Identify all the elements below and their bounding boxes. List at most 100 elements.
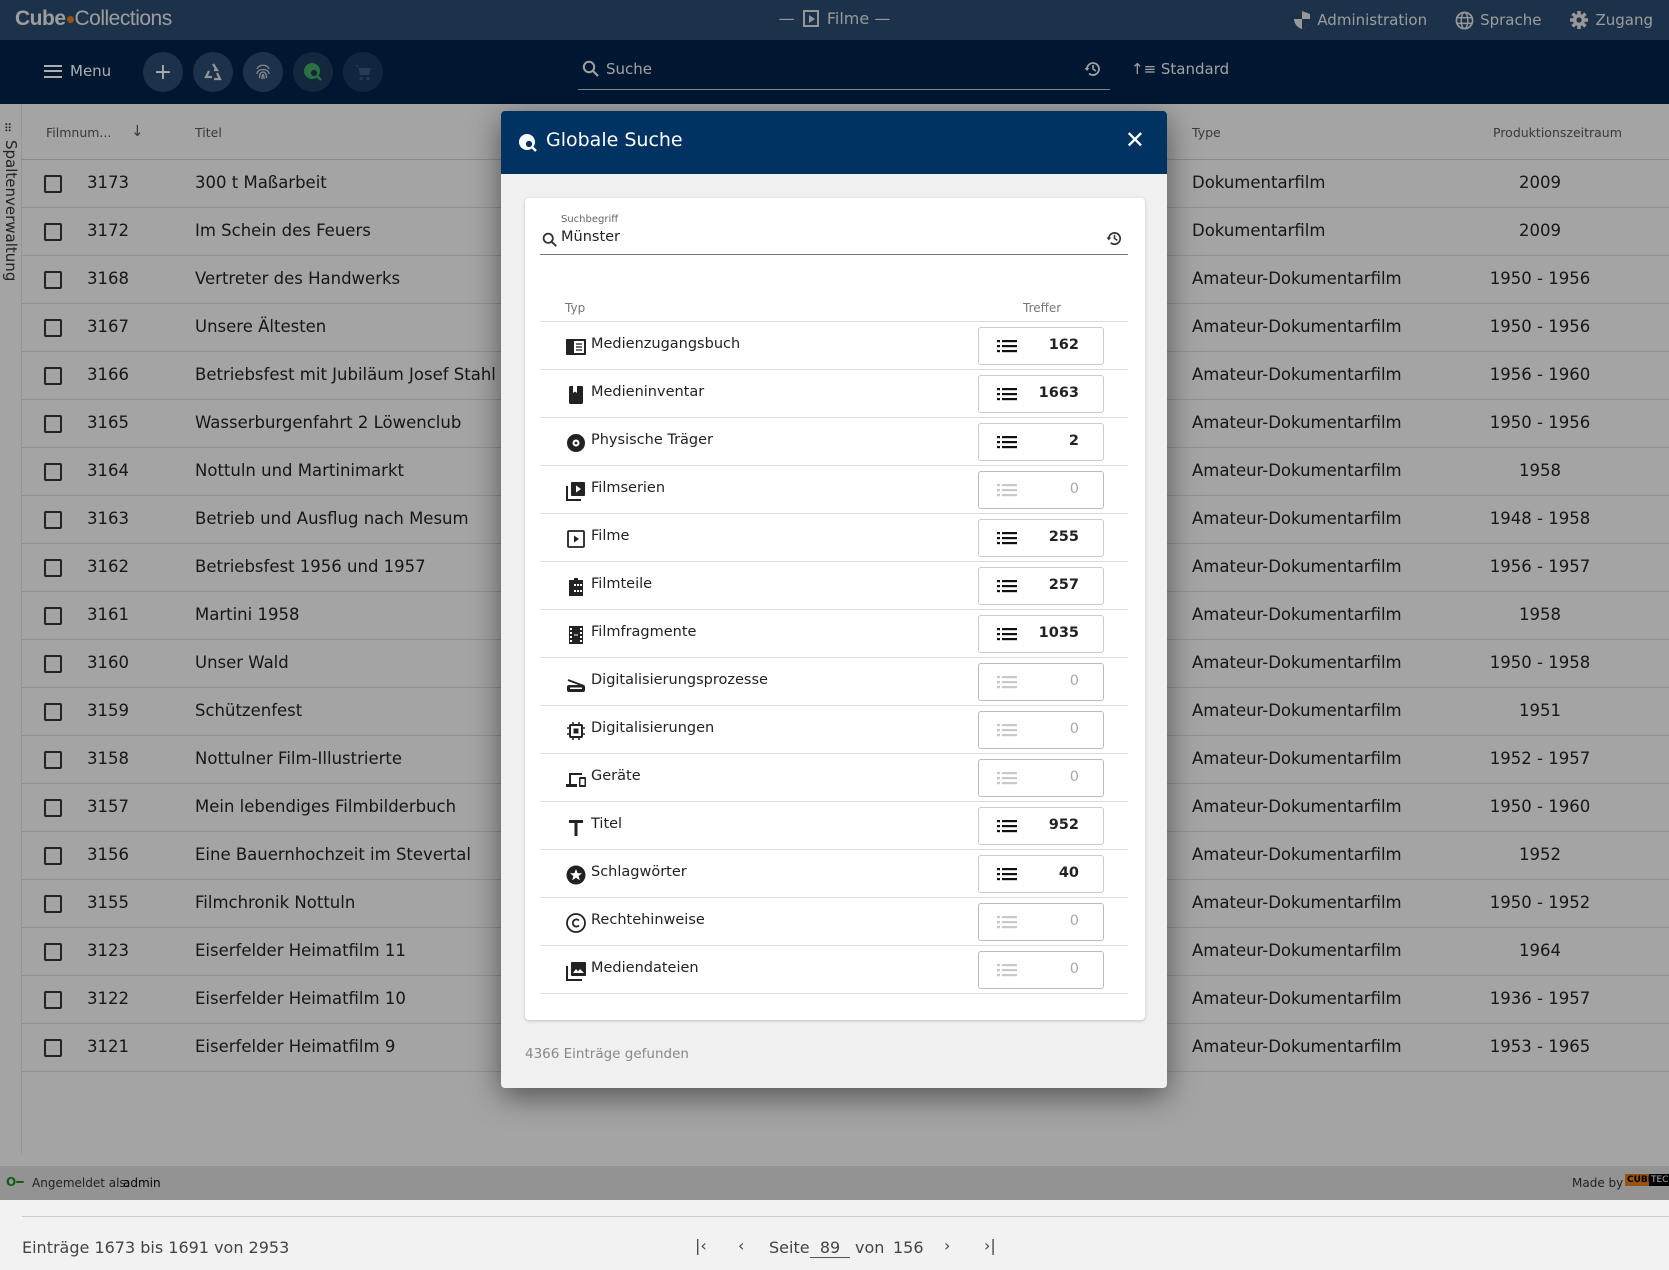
result-count: 2 (1068, 433, 1079, 449)
result-count-button[interactable]: 0 (978, 471, 1104, 509)
list-icon (997, 578, 1017, 598)
result-label: Medienzugangsbuch (591, 336, 741, 352)
result-row: Medienzugangsbuch 162 (540, 322, 1128, 370)
list-icon (997, 818, 1017, 838)
results-col-hits: Treffer (1023, 301, 1062, 315)
result-row: Filme 255 (540, 514, 1128, 562)
result-label: Schlagwörter (591, 864, 687, 880)
result-label: Medieninventar (591, 384, 705, 400)
list-icon (997, 866, 1017, 886)
result-label: Filmteile (591, 576, 653, 592)
result-row: Rechtehinweise 0 (540, 898, 1128, 946)
result-count-button[interactable]: 255 (978, 519, 1104, 557)
list-icon (997, 626, 1017, 646)
total-pages: 156 (893, 1238, 924, 1257)
photo-library-icon (566, 962, 586, 981)
list-icon (997, 962, 1017, 982)
dialog-title: Globale Suche (546, 129, 683, 151)
result-count-button[interactable]: 0 (978, 663, 1104, 701)
result-count-button[interactable]: 1035 (978, 615, 1104, 653)
result-row: Digitalisierungen 0 (540, 706, 1128, 754)
page-label: Seite (769, 1238, 810, 1257)
results-found-count: 4366 Einträge gefunden (525, 1046, 689, 1062)
list-icon (997, 386, 1017, 406)
result-count: 1663 (1038, 385, 1079, 401)
result-count-button[interactable]: 1663 (978, 375, 1104, 413)
list-icon (997, 434, 1017, 454)
result-label: Digitalisierungen (591, 720, 715, 736)
result-count-button[interactable]: 162 (978, 327, 1104, 365)
search-term-value: Münster (561, 229, 621, 245)
result-count: 40 (1058, 865, 1079, 881)
history-icon[interactable] (1106, 230, 1123, 247)
result-count: 0 (1069, 961, 1079, 977)
result-label: Filmserien (591, 480, 666, 496)
text-t-icon (569, 820, 583, 836)
search-term-field[interactable]: Suchbegriff Münster (540, 212, 1128, 255)
result-count: 257 (1048, 577, 1079, 593)
result-row: Filmfragmente 1035 (540, 610, 1128, 658)
close-icon: ✕ (1124, 126, 1145, 154)
global-search-dialog: Globale Suche ✕ Suchbegriff Münster Typ … (501, 111, 1167, 1088)
result-count: 0 (1069, 673, 1079, 689)
result-count-button[interactable]: 2 (978, 423, 1104, 461)
result-count-button[interactable]: 0 (978, 711, 1104, 749)
list-icon (997, 338, 1017, 358)
first-page-button[interactable]: |‹ (695, 1236, 707, 1255)
results-card: Suchbegriff Münster Typ Treffer Medienzu… (525, 198, 1145, 1020)
result-count-button[interactable]: 0 (978, 951, 1104, 989)
list-icon (997, 914, 1017, 934)
last-page-button[interactable]: ›| (984, 1236, 996, 1255)
page-input[interactable]: 89 (810, 1238, 850, 1258)
next-page-button[interactable]: › (944, 1236, 950, 1255)
play-box-icon (567, 530, 585, 548)
result-label: Filmfragmente (591, 624, 697, 640)
result-label: Physische Träger (591, 432, 714, 448)
result-label: Geräte (591, 768, 641, 784)
result-count-button[interactable]: 40 (978, 855, 1104, 893)
result-count-button[interactable]: 0 (978, 759, 1104, 797)
result-row: Physische Träger 2 (540, 418, 1128, 466)
result-row: Filmteile 257 (540, 562, 1128, 610)
result-count: 0 (1069, 481, 1079, 497)
result-row: Mediendateien 0 (540, 946, 1128, 994)
prev-page-button[interactable]: ‹ (738, 1236, 744, 1255)
result-count: 255 (1048, 529, 1079, 545)
results-col-type: Typ (565, 301, 586, 315)
pagination-bar: Einträge 1673 bis 1691 von 2953 |‹ ‹ Sei… (22, 1216, 1669, 1270)
result-count-button[interactable]: 0 (978, 903, 1104, 941)
list-icon (997, 722, 1017, 742)
close-button[interactable]: ✕ (1125, 126, 1145, 154)
devices-icon (566, 773, 586, 787)
result-label: Digitalisierungsprozesse (591, 672, 768, 688)
result-count: 162 (1048, 337, 1079, 353)
chip-icon (567, 722, 585, 740)
result-count-button[interactable]: 257 (978, 567, 1104, 605)
video-library-icon (566, 482, 585, 501)
scanner-icon (567, 679, 585, 692)
result-row: Filmserien 0 (540, 466, 1128, 514)
global-search-icon (519, 134, 537, 152)
list-icon (997, 674, 1017, 694)
result-label: Filme (591, 528, 630, 544)
result-count: 0 (1069, 769, 1079, 785)
film-canister-icon (569, 578, 583, 596)
results-header (540, 278, 1128, 322)
bookmark-book-icon (569, 386, 583, 404)
result-count: 0 (1069, 913, 1079, 929)
result-label: Rechtehinweise (591, 912, 705, 928)
list-icon (997, 770, 1017, 790)
dialog-header: Globale Suche ✕ (501, 111, 1167, 174)
of-label: von (855, 1238, 885, 1257)
result-count: 1035 (1038, 625, 1079, 641)
copyright-icon (566, 913, 586, 933)
result-count: 952 (1048, 817, 1079, 833)
result-count-button[interactable]: 952 (978, 807, 1104, 845)
result-row: Titel 952 (540, 802, 1128, 850)
search-term-label: Suchbegriff (561, 214, 619, 225)
result-count: 0 (1069, 721, 1079, 737)
list-icon (997, 530, 1017, 550)
ledger-icon (566, 339, 586, 355)
film-strip-icon (569, 626, 583, 644)
disc-icon (567, 434, 585, 452)
